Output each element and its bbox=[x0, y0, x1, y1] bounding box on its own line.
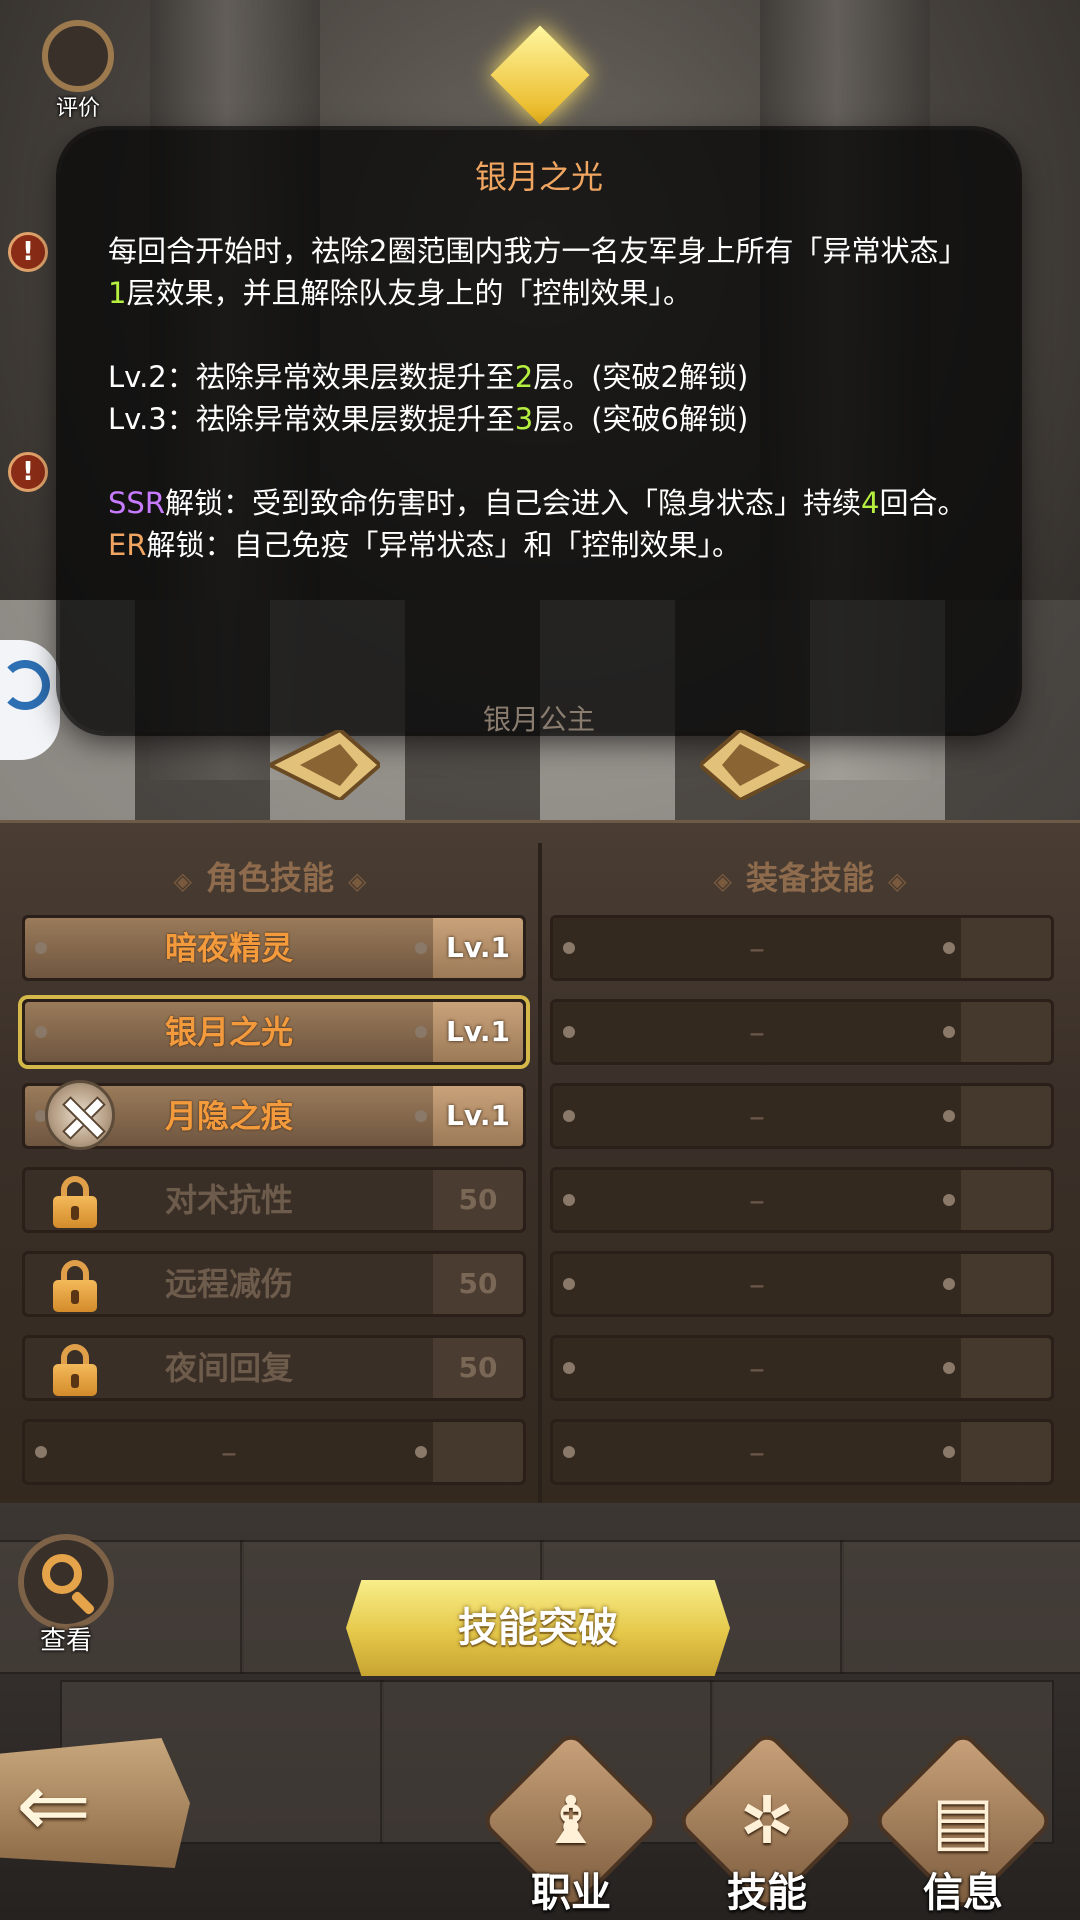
role-skill-slot[interactable]: 夜间回复 50 bbox=[22, 1335, 526, 1401]
role-skill-slot[interactable]: 远程减伤 50 bbox=[22, 1251, 526, 1317]
skill-name: – bbox=[749, 1433, 765, 1471]
skill-name: – bbox=[749, 1097, 765, 1135]
next-arrow-icon[interactable] bbox=[700, 730, 810, 800]
equip-skill-slot[interactable]: – bbox=[550, 1419, 1054, 1485]
skill-breakthrough-label[interactable]: 技能突破 bbox=[346, 1580, 730, 1676]
tab-class-label[interactable]: 职业 bbox=[479, 1860, 663, 1918]
equip-skill-slot[interactable]: – bbox=[550, 1167, 1054, 1233]
unlock-level: 50 bbox=[458, 1183, 498, 1216]
role-skill-slot[interactable]: 对术抗性 50 bbox=[22, 1167, 526, 1233]
lv2-text: Lv.2：祛除异常效果层数提升至 bbox=[108, 360, 515, 394]
logo-icon bbox=[0, 660, 50, 710]
desc-text: 层效果，并且解除队友身上的「控制效果」。 bbox=[126, 276, 692, 310]
column-divider bbox=[538, 843, 542, 1503]
equip-skill-slot[interactable]: – bbox=[550, 999, 1054, 1065]
equip-skill-slot[interactable]: – bbox=[550, 1083, 1054, 1149]
skill-name: – bbox=[221, 1433, 237, 1471]
skill-name: – bbox=[749, 1265, 765, 1303]
skill-name: 对术抗性 bbox=[164, 1181, 293, 1219]
lv2-number: 2 bbox=[514, 360, 534, 394]
tab-skills-label[interactable]: 技能 bbox=[675, 1860, 859, 1918]
skill-level: Lv.1 bbox=[446, 1099, 510, 1132]
rate-label: 评价 bbox=[55, 96, 100, 121]
ssr-number: 4 bbox=[860, 486, 880, 520]
tooltip-description: 每回合开始时，祛除2圈范围内我方一名友军身上所有「异常状态」 1层效果，并且解除队… bbox=[108, 230, 978, 566]
unlock-level: 50 bbox=[458, 1351, 498, 1384]
skill-name: 远程减伤 bbox=[164, 1265, 293, 1303]
role-skill-slot[interactable]: 银月之光 Lv.1 bbox=[22, 999, 526, 1065]
lv3-number: 3 bbox=[514, 402, 534, 436]
lv3-text: Lv.3：祛除异常效果层数提升至 bbox=[108, 402, 515, 436]
tab-info-label[interactable]: 信息 bbox=[871, 1860, 1055, 1918]
er-text: 解锁：自己免疫「异常状态」和「控制效果」。 bbox=[146, 528, 741, 562]
equip-skills-title: ◈ 装备技能 ◈ bbox=[713, 859, 907, 897]
view-button[interactable] bbox=[18, 1534, 114, 1630]
alert-icon[interactable]: ! bbox=[8, 232, 48, 272]
skill-name: – bbox=[749, 929, 765, 967]
equip-skill-slot[interactable]: – bbox=[550, 1335, 1054, 1401]
skill-tooltip: 银月之光 每回合开始时，祛除2圈范围内我方一名友军身上所有「异常状态」 1层效果，… bbox=[60, 130, 1018, 736]
lv2-text: 层。(突破2解锁) bbox=[533, 360, 749, 394]
ssr-tag: SSR bbox=[108, 486, 165, 520]
skill-name: 暗夜精灵 bbox=[164, 929, 293, 967]
alert-icon[interactable]: ! bbox=[8, 452, 48, 492]
character-name: 银月公主 bbox=[482, 703, 595, 736]
skill-name: 月隐之痕 bbox=[164, 1097, 293, 1135]
skill-level: Lv.1 bbox=[446, 1015, 510, 1048]
skill-name: – bbox=[749, 1013, 765, 1051]
lv3-text: 层。(突破6解锁) bbox=[533, 402, 749, 436]
role-skill-slot[interactable]: 暗夜精灵 Lv.1 bbox=[22, 915, 526, 981]
role-skill-slot[interactable]: 月隐之痕 Lv.1 bbox=[22, 1080, 526, 1150]
desc-number: 1 bbox=[108, 276, 127, 310]
equip-skill-slot[interactable]: – bbox=[550, 915, 1054, 981]
ssr-text: 回合。 bbox=[879, 486, 967, 520]
desc-text: 每回合开始时，祛除2圈范围内我方一名友军身上所有「异常状态」 bbox=[108, 234, 968, 268]
tooltip-title: 银月之光 bbox=[474, 158, 603, 196]
role-skills-title: ◈ 角色技能 ◈ bbox=[173, 859, 367, 897]
ssr-text: 解锁：受到致命伤害时，自己会进入「隐身状态」持续 bbox=[164, 486, 861, 520]
unlock-level: 50 bbox=[458, 1267, 498, 1300]
skill-name: – bbox=[749, 1349, 765, 1387]
equip-skill-slot[interactable]: – bbox=[550, 1251, 1054, 1317]
back-arrow-icon[interactable]: ⇐ bbox=[16, 1761, 91, 1851]
magnifier-icon bbox=[42, 1554, 82, 1594]
skill-name: – bbox=[749, 1181, 765, 1219]
view-label: 查看 bbox=[39, 1626, 92, 1656]
skill-level: Lv.1 bbox=[446, 931, 510, 964]
role-skill-slot[interactable]: – bbox=[22, 1419, 526, 1485]
skill-name: 夜间回复 bbox=[164, 1349, 293, 1387]
er-tag: ER bbox=[108, 528, 147, 562]
rate-button[interactable] bbox=[42, 20, 114, 92]
prev-arrow-icon[interactable] bbox=[270, 730, 380, 800]
skill-name: 银月之光 bbox=[164, 1013, 293, 1051]
skills-panel: ◈ 角色技能 ◈ ◈ 装备技能 ◈ 暗夜精灵 Lv.1 银月之光 Lv.1 月隐之痕 L… bbox=[0, 820, 1080, 1503]
